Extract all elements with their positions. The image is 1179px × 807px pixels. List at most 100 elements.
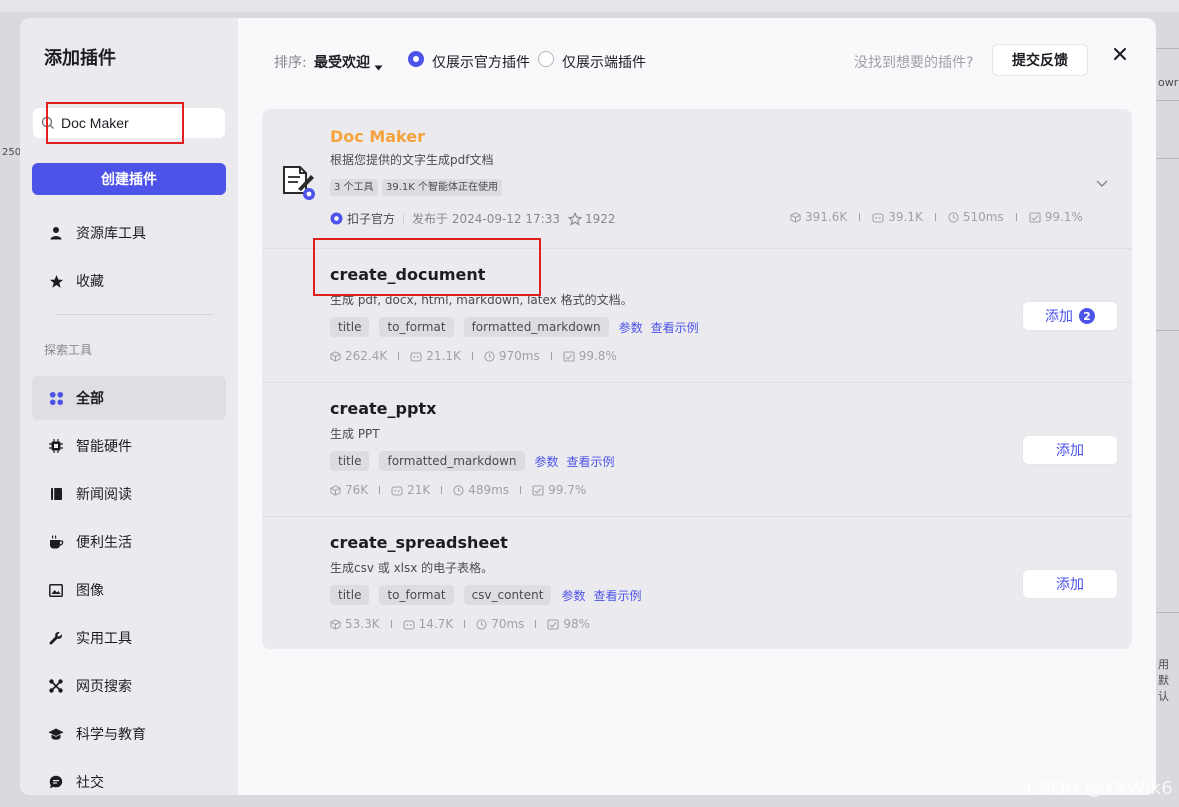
sidebar-item-smart-hardware[interactable]: 智能硬件	[32, 424, 226, 468]
bots-stat: 14.7K	[403, 617, 453, 631]
sidebar: 添加插件 创建插件 资源库工具 收藏 探索工具 全	[20, 18, 238, 795]
sidebar-item-science-education[interactable]: 科学与教育	[32, 712, 226, 756]
chevron-down-icon[interactable]	[1096, 173, 1108, 192]
calls-stat: 53.3K	[330, 617, 380, 631]
sidebar-item-label: 科学与教育	[76, 727, 146, 743]
calls-stat: 76K	[330, 483, 368, 497]
stat-separator	[441, 486, 443, 494]
tool-name: create_pptx	[330, 399, 437, 418]
tool-stats: 262.4K 21.1K 970ms 99.8%	[330, 349, 617, 363]
sidebar-item-social[interactable]: 社交	[32, 760, 226, 795]
latency-stat: 489ms	[453, 483, 509, 497]
stat-separator	[1015, 213, 1017, 221]
chevron-down-icon[interactable]	[374, 56, 383, 75]
success-stat: 99.1%	[1029, 210, 1083, 224]
sidebar-item-label: 图像	[76, 583, 104, 599]
add-tool-button[interactable]: 添加	[1022, 435, 1118, 465]
sidebar-item-news[interactable]: 新闻阅读	[32, 472, 226, 516]
example-link[interactable]: 查看示例	[593, 587, 641, 604]
add-label: 添加	[1056, 577, 1084, 593]
sort-dropdown[interactable]: 最受欢迎	[314, 52, 370, 72]
sidebar-item-all[interactable]: 全部	[32, 376, 226, 420]
radio-official[interactable]	[408, 51, 424, 67]
grid-icon	[48, 390, 64, 406]
plugin-card: Doc Maker 根据您提供的文字生成pdf文档 3 个工具 39.1K 个智…	[262, 109, 1132, 649]
add-label: 添加	[1056, 443, 1084, 459]
tool-name: create_spreadsheet	[330, 533, 508, 552]
graduation-cap-icon	[48, 726, 64, 742]
bot-icon	[403, 619, 415, 630]
clock-icon	[476, 618, 487, 630]
tool-item: create_pptx 生成 PPT title formatted_markd…	[262, 383, 1132, 517]
chat-icon	[48, 774, 64, 790]
latency-stat: 70ms	[476, 617, 524, 631]
cup-icon	[48, 534, 64, 550]
sidebar-item-utilities[interactable]: 实用工具	[32, 616, 226, 660]
create-plugin-button[interactable]: 创建插件	[32, 163, 226, 195]
sidebar-item-web-search[interactable]: 网页搜索	[32, 664, 226, 708]
plugin-document-icon	[278, 161, 318, 201]
feedback-hint: 没找到想要的插件?	[854, 55, 974, 71]
params-link[interactable]: 参数	[535, 453, 559, 470]
plugin-header[interactable]: Doc Maker 根据您提供的文字生成pdf文档 3 个工具 39.1K 个智…	[262, 109, 1132, 249]
stat-separator	[535, 620, 537, 628]
bots-stat: 21K	[391, 483, 430, 497]
latency-stat: 510ms	[948, 210, 1004, 224]
stat-separator	[550, 352, 552, 360]
sidebar-item-label: 收藏	[76, 274, 104, 290]
sort-label: 排序:	[274, 55, 307, 71]
filter-bar: 排序: 最受欢迎 仅展示官方插件 仅展示端插件 没找到想要的插件? 提交反馈	[238, 18, 1156, 100]
sidebar-item-image[interactable]: 图像	[32, 568, 226, 612]
param-tag: formatted_markdown	[463, 317, 609, 337]
success-stat: 99.8%	[563, 349, 617, 363]
tool-item: create_spreadsheet 生成csv 或 xlsx 的电子表格。 t…	[262, 517, 1132, 651]
params-link[interactable]: 参数	[561, 587, 585, 604]
chip-icon	[48, 438, 64, 454]
tool-count-tag: 3 个工具	[330, 179, 378, 196]
tool-params: title formatted_markdown 参数 查看示例	[330, 451, 623, 471]
background-text: owr	[1158, 76, 1179, 89]
param-tag: formatted_markdown	[379, 451, 525, 471]
network-icon	[48, 678, 64, 694]
submit-feedback-button[interactable]: 提交反馈	[992, 44, 1088, 76]
sidebar-item-library-tools[interactable]: 资源库工具	[32, 211, 226, 255]
param-tag: to_format	[379, 585, 454, 605]
sidebar-item-label: 智能硬件	[76, 439, 132, 455]
tool-description: 生成csv 或 xlsx 的电子表格。	[330, 561, 494, 575]
sidebar-item-label: 实用工具	[76, 631, 132, 647]
sidebar-item-label: 资源库工具	[76, 226, 146, 242]
stat-separator	[934, 213, 936, 221]
params-link[interactable]: 参数	[619, 319, 643, 336]
modal-title: 添加插件	[44, 48, 116, 69]
image-icon	[48, 582, 64, 598]
close-icon[interactable]	[1110, 44, 1130, 64]
param-tag: to_format	[379, 317, 454, 337]
radio-client[interactable]	[538, 51, 554, 67]
plugin-name: Doc Maker	[330, 127, 425, 146]
section-label: 探索工具	[44, 343, 93, 357]
example-link[interactable]: 查看示例	[567, 453, 615, 470]
sidebar-item-lifestyle[interactable]: 便利生活	[32, 520, 226, 564]
cube-icon	[330, 484, 341, 496]
bot-usage-tag: 39.1K 个智能体正在使用	[382, 179, 503, 196]
cube-icon	[790, 211, 801, 223]
latency-stat: 970ms	[484, 349, 540, 363]
highlight-box	[46, 102, 184, 144]
sidebar-item-favorites[interactable]: 收藏	[32, 259, 226, 303]
success-stat: 98%	[547, 617, 590, 631]
param-tag: title	[330, 317, 370, 337]
add-tool-button[interactable]: 添加 2	[1022, 301, 1118, 331]
highlight-box	[313, 238, 541, 296]
radio-client-label[interactable]: 仅展示端插件	[562, 52, 646, 72]
stat-separator	[379, 486, 381, 494]
success-rate-icon	[532, 484, 544, 496]
plugin-stats: 391.6K 39.1K 510ms 99.1%	[790, 210, 1083, 224]
tool-params: title to_format csv_content 参数 查看示例	[330, 585, 650, 605]
meta-separator	[403, 212, 405, 225]
example-link[interactable]: 查看示例	[651, 319, 699, 336]
add-tool-button[interactable]: 添加	[1022, 569, 1118, 599]
radio-official-label[interactable]: 仅展示官方插件	[432, 52, 530, 72]
star-outline-icon[interactable]	[567, 211, 582, 226]
wrench-icon	[48, 630, 64, 646]
cube-icon	[330, 618, 341, 630]
